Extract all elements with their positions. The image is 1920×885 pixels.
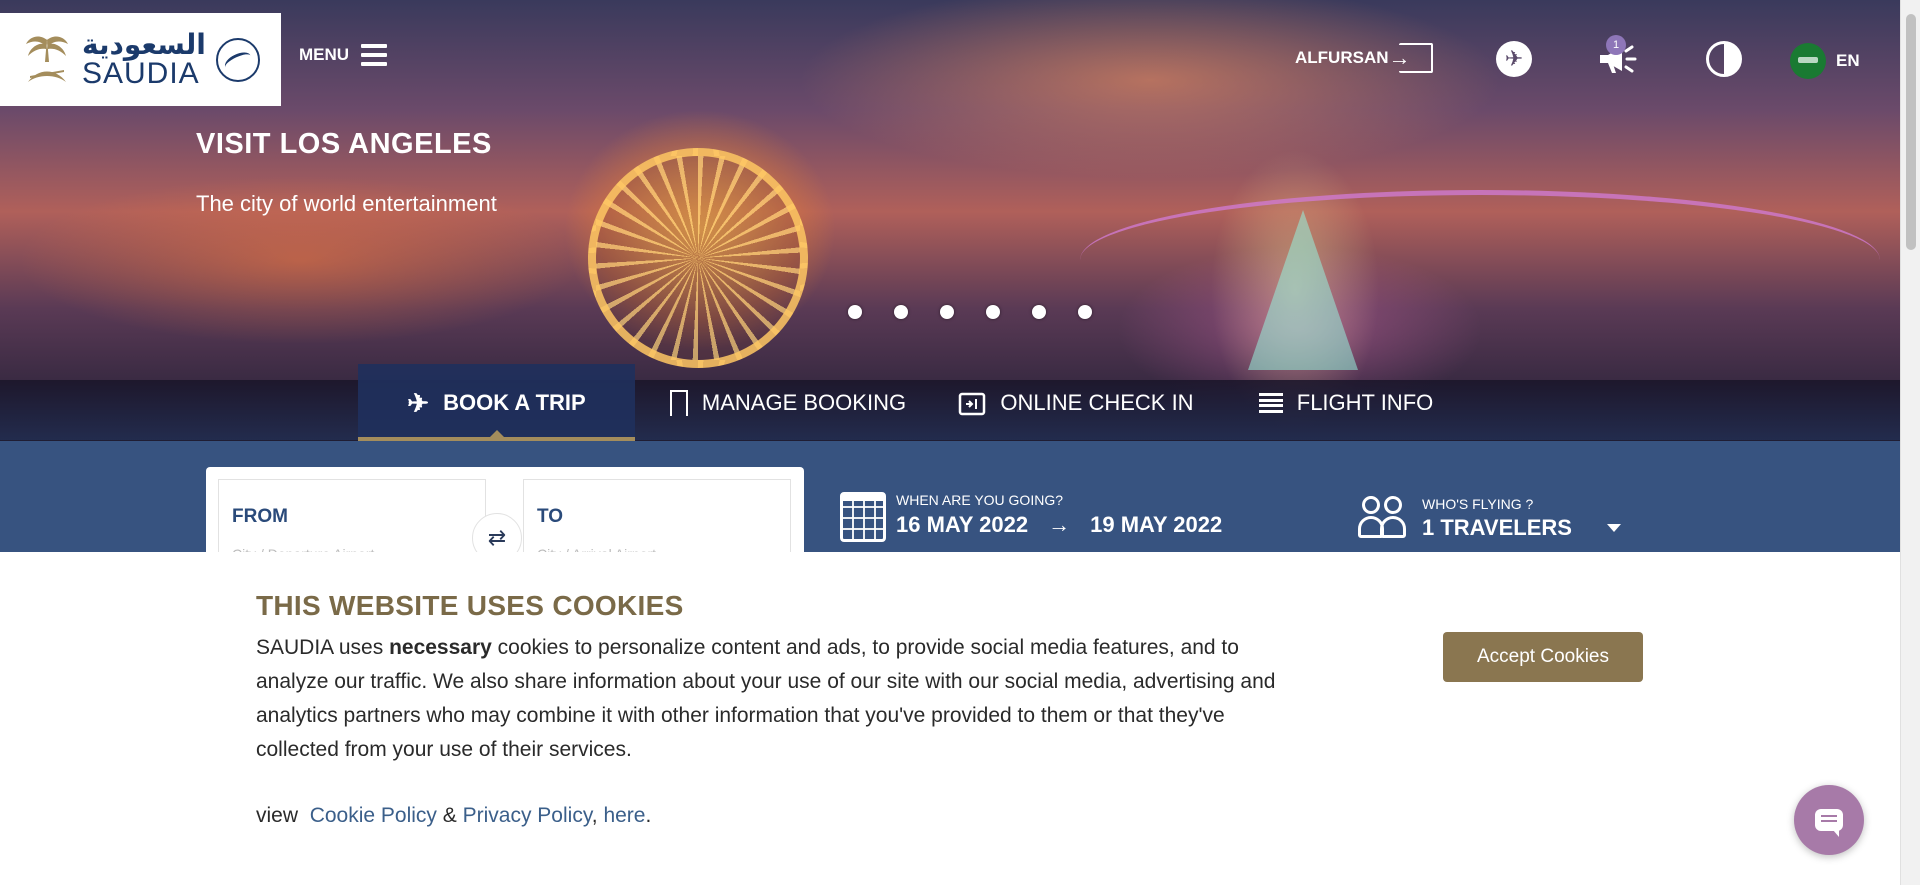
cookie-text-start: SAUDIA uses	[256, 636, 390, 659]
travelers-selector[interactable]: WHO'S FLYING ? 1 TRAVELERS	[1358, 496, 1572, 541]
plane-icon: ✈	[407, 388, 430, 418]
people-icon	[1358, 496, 1410, 538]
hero-subtitle: The city of world entertainment	[196, 191, 497, 216]
logo-arabic-text: السعودية	[82, 27, 206, 61]
login-icon	[1389, 43, 1433, 73]
menu-button[interactable]: MENU	[299, 44, 388, 66]
calendar-icon	[840, 492, 886, 542]
bookmark-icon	[669, 390, 688, 416]
logo-wordmark: السعودية SAUDIA	[82, 27, 206, 90]
carousel-dot-1[interactable]	[848, 305, 862, 319]
hero-title: VISIT LOS ANGELES	[196, 128, 492, 160]
return-date: 19 MAY 2022	[1090, 512, 1223, 537]
logo-latin-text: SAUDIA	[82, 56, 200, 90]
here-link[interactable]: here	[603, 804, 645, 827]
period: .	[645, 804, 652, 827]
ampersand: &	[442, 804, 457, 827]
tab-online-check-in[interactable]: ONLINE CHECK IN	[931, 364, 1221, 442]
notifications-button[interactable]: 1	[1594, 35, 1642, 77]
depart-date: 16 MAY 2022	[896, 512, 1029, 537]
menu-label: MENU	[299, 45, 350, 64]
chat-button[interactable]	[1794, 785, 1864, 855]
chat-icon	[1815, 809, 1843, 837]
carousel-dot-3[interactable]	[940, 305, 954, 319]
comma: ,	[591, 804, 598, 827]
palm-swords-emblem-icon	[22, 32, 72, 88]
cookie-policy-links: view Cookie Policy & Privacy Policy, her…	[256, 804, 651, 828]
booking-tabs: ✈ BOOK A TRIP MANAGE BOOKING ONLINE CHEC…	[358, 364, 1471, 442]
date-selector[interactable]: WHEN ARE YOU GOING? 16 MAY 2022 → 19 MAY…	[840, 492, 1222, 542]
tab-flight-info[interactable]: FLIGHT INFO	[1221, 364, 1471, 442]
skyteam-icon	[215, 37, 260, 82]
to-label: TO	[537, 506, 564, 527]
travelers-label: WHO'S FLYING ?	[1422, 496, 1534, 512]
tab-label: ONLINE CHECK IN	[1000, 390, 1194, 415]
tab-manage-booking[interactable]: MANAGE BOOKING	[635, 364, 931, 442]
contrast-toggle-icon[interactable]	[1706, 41, 1742, 77]
light-tree-illustration	[1248, 210, 1358, 370]
scrollbar-thumb[interactable]	[1906, 14, 1916, 250]
alfursan-login-button[interactable]: ALFURSAN	[1295, 43, 1433, 73]
carousel-dot-4[interactable]	[986, 305, 1000, 319]
list-icon	[1258, 393, 1283, 413]
flight-status-icon[interactable]: ✈	[1496, 41, 1532, 77]
cookie-text-bold: necessary	[389, 636, 492, 659]
carousel-dot-6[interactable]	[1078, 305, 1092, 319]
tab-label: BOOK A TRIP	[443, 390, 586, 415]
chevron-down-icon[interactable]	[1607, 524, 1621, 532]
carousel-dot-5[interactable]	[1032, 305, 1046, 319]
saudi-flag-icon	[1790, 43, 1826, 79]
alfursan-label: ALFURSAN	[1295, 48, 1389, 67]
accept-cookies-button[interactable]: Accept Cookies	[1443, 632, 1643, 682]
checkin-icon	[959, 392, 986, 416]
dates-label: WHEN ARE YOU GOING?	[896, 492, 1063, 508]
tab-label: FLIGHT INFO	[1296, 390, 1434, 415]
cookie-policy-link[interactable]: Cookie Policy	[310, 804, 437, 827]
travelers-value: 1 TRAVELERS	[1422, 515, 1572, 540]
privacy-policy-link[interactable]: Privacy Policy	[463, 804, 592, 827]
view-label: view	[256, 804, 299, 827]
tab-label: MANAGE BOOKING	[701, 390, 907, 415]
roller-coaster-illustration	[1080, 190, 1880, 330]
language-label: EN	[1836, 51, 1860, 70]
tab-book-a-trip[interactable]: ✈ BOOK A TRIP	[358, 364, 635, 442]
notification-badge: 1	[1606, 35, 1626, 55]
carousel-dots	[848, 305, 1092, 319]
ferris-wheel-illustration	[588, 148, 808, 368]
cookie-banner: THIS WEBSITE USES COOKIES SAUDIA uses ne…	[0, 552, 1900, 885]
date-arrow-icon: →	[1048, 512, 1071, 537]
carousel-dot-2[interactable]	[894, 305, 908, 319]
from-label: FROM	[232, 506, 288, 527]
cookie-text: SAUDIA uses necessary cookies to persona…	[256, 631, 1276, 767]
scrollbar[interactable]	[1900, 0, 1920, 885]
hamburger-icon	[361, 44, 388, 66]
saudia-logo[interactable]: السعودية SAUDIA	[0, 13, 281, 106]
language-selector[interactable]: EN	[1790, 43, 1860, 79]
cookie-title: THIS WEBSITE USES COOKIES	[256, 590, 684, 621]
